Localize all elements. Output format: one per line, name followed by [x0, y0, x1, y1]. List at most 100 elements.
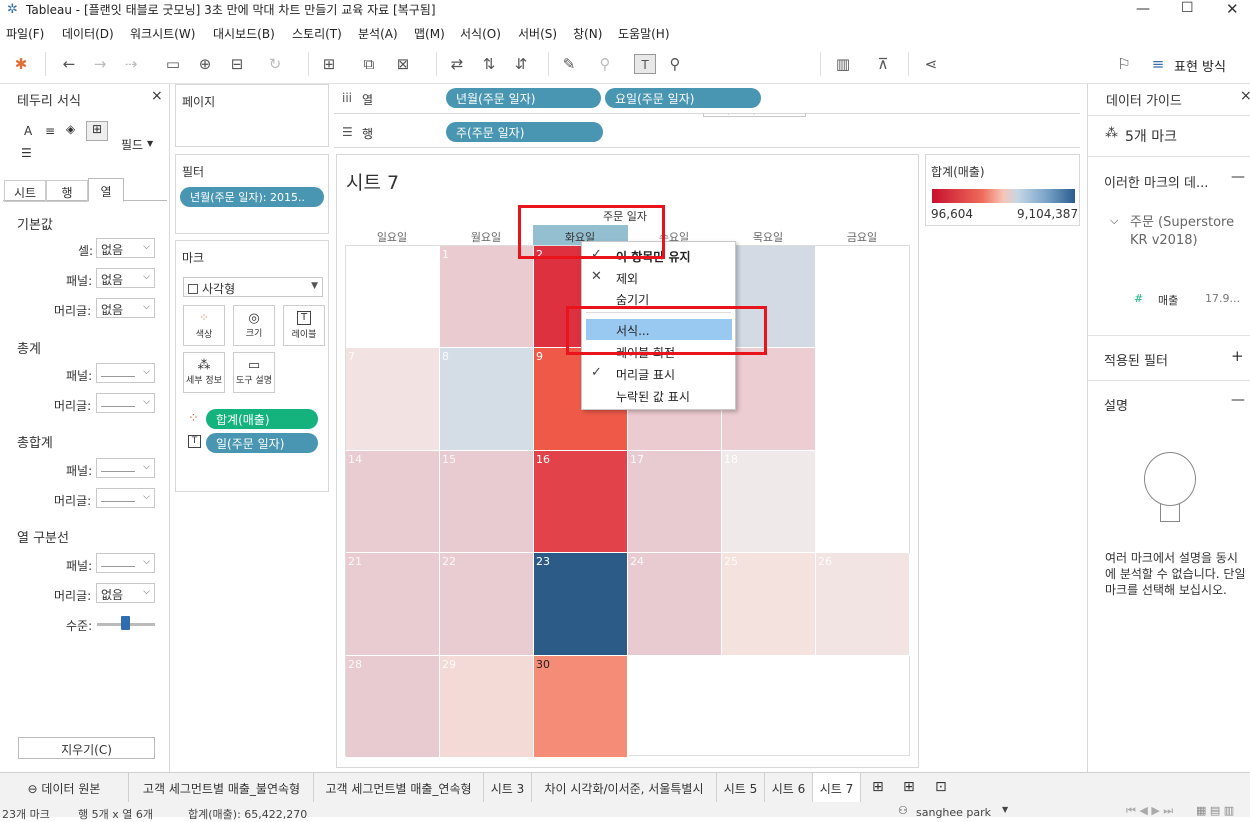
menu-item-server[interactable]: 서버(S) [518, 25, 557, 42]
day-header-sun[interactable]: 일요일 [345, 229, 439, 245]
calendar-cell[interactable] [722, 348, 816, 451]
menu-item-window[interactable]: 창(N) [573, 25, 602, 42]
calendar-cell[interactable]: 23 [534, 553, 628, 656]
divider-pane-select[interactable]: ⌵ [96, 553, 155, 573]
columns-pill-yearmonth[interactable]: 년월(주문 일자) [446, 88, 601, 108]
section-description[interactable]: 설명 [1104, 395, 1128, 414]
borders-icon[interactable]: ⊞ [86, 121, 108, 141]
tab-sheet-7[interactable]: 시트 7 [813, 773, 861, 803]
calendar-cell[interactable]: 30 [534, 655, 628, 758]
day-header-fri[interactable]: 금요일 [815, 229, 909, 245]
user-name[interactable]: sanghee park [916, 806, 991, 819]
close-window-icon[interactable]: ✕ [1226, 0, 1239, 18]
calendar-cell[interactable]: 25 [722, 553, 816, 656]
cell-border-select[interactable]: 없음 ⌵ [96, 238, 155, 258]
filter-pill[interactable]: 년월(주문 일자): 2015.. [180, 187, 324, 207]
tab-sheet-segment-continuous[interactable]: 고객 세그먼트별 매출_연속형 [314, 773, 484, 803]
menu-item-worksheet[interactable]: 워크시트(W) [130, 25, 195, 42]
alignment-icon[interactable]: ≡ [45, 124, 55, 138]
close-pane-icon[interactable]: × [151, 88, 163, 104]
tab-sheet-6[interactable]: 시트 6 [765, 773, 813, 803]
calendar-cell[interactable]: 22 [440, 553, 534, 656]
menu-show-header[interactable]: ✓ 머리글 표시 [582, 363, 735, 384]
new-dashboard-tab-icon[interactable]: ⊞ [903, 779, 915, 795]
pane-border-select[interactable]: 없음 ⌵ [96, 268, 155, 288]
collapse-icon[interactable]: — [1231, 392, 1245, 408]
close-guide-icon[interactable]: × [1240, 88, 1250, 104]
divider-header-select[interactable]: 없음 ⌵ [96, 583, 155, 603]
calendar-cell[interactable]: 8 [440, 348, 534, 451]
color-field-pill[interactable]: 합계(매출) [206, 409, 318, 429]
tab-datasource[interactable]: ⊖ 데이터 원본 [0, 773, 129, 803]
section-applied-filters[interactable]: 적용된 필터 [1104, 350, 1168, 369]
swap-icon[interactable]: ⇄ [446, 54, 468, 74]
undo-icon[interactable]: ← [58, 54, 80, 74]
new-datasource-icon[interactable]: ⊕ [194, 54, 216, 74]
clear-button[interactable]: 지우기(C) [18, 737, 155, 759]
size-button[interactable]: ◎ 크기 [233, 305, 275, 346]
refresh-icon[interactable]: ↻ [264, 54, 286, 74]
label-button[interactable]: T 레이블 [283, 305, 325, 346]
menu-item-file[interactable]: 파일(F) [6, 25, 44, 42]
fields-dropdown[interactable]: 필드 [121, 136, 143, 153]
label-field-pill[interactable]: 일(주문 일자) [206, 433, 318, 453]
header-border-select[interactable]: 없음 ⌵ [96, 298, 155, 318]
columns-pill-weekday[interactable]: 요일(주문 일자) [605, 88, 761, 108]
new-worksheet-tab-icon[interactable]: ⊞ [872, 779, 884, 795]
tab-columns[interactable]: 열 [88, 178, 124, 202]
group-members-icon[interactable]: ⚲ [594, 54, 616, 74]
detail-button[interactable]: ⁂ 세부 정보 [183, 352, 225, 393]
tab-rows[interactable]: 행 [46, 180, 88, 202]
expand-icon[interactable]: + [1231, 347, 1244, 365]
duplicate-sheet-icon[interactable]: ⧉ [358, 54, 380, 74]
menu-item-data[interactable]: 데이터(D) [62, 25, 114, 42]
calendar-cell[interactable]: 21 [346, 553, 440, 656]
sort-ascending-icon[interactable]: ⇅ [478, 54, 500, 74]
format-painter-icon[interactable]: ⚐ [1113, 54, 1135, 74]
show-mark-labels-icon[interactable]: T [634, 54, 656, 74]
calendar-cell[interactable]: 17 [628, 450, 722, 554]
rows-pill-week[interactable]: 주(주문 일자) [446, 122, 603, 142]
share-icon[interactable]: ⋖ [920, 54, 942, 74]
tooltip-button[interactable]: ▭ 도구 설명 [233, 352, 275, 393]
menu-item-map[interactable]: 맵(M) [414, 25, 445, 42]
calendar-cell[interactable]: 15 [440, 450, 534, 554]
chevron-down-icon[interactable]: ⌵ [1110, 214, 1118, 228]
menu-item-help[interactable]: 도움말(H) [618, 25, 670, 42]
grandtotal-header-select[interactable]: ⌵ [96, 488, 155, 508]
fix-axes-icon[interactable]: ⚲ [664, 54, 686, 74]
section-these-marks[interactable]: 이러한 마크의 데... [1104, 172, 1208, 191]
total-pane-select[interactable]: ⌵ [96, 363, 155, 383]
show-me-icon[interactable]: ≡ [1147, 54, 1169, 74]
save-icon[interactable]: ▭ [162, 54, 184, 74]
font-format-icon[interactable]: A [24, 124, 32, 138]
show-cards-icon[interactable]: ▥ [832, 54, 854, 74]
calendar-cell[interactable]: 1 [440, 246, 534, 349]
tab-sheet-diff[interactable]: 차이 시각화/이서준, 서울특별시 [532, 773, 717, 803]
level-slider-handle[interactable] [121, 616, 130, 630]
grid-view-icons[interactable]: ▦ ▤ ▥ [1196, 804, 1234, 817]
color-button[interactable]: ⁘ 색상 [183, 305, 225, 346]
calendar-cell[interactable]: 29 [440, 655, 534, 758]
total-header-select[interactable]: ⌵ [96, 393, 155, 413]
shading-icon[interactable]: ◈ [66, 122, 75, 136]
pause-updates-icon[interactable]: ⊟ [226, 54, 248, 74]
grandtotal-pane-select[interactable]: ⌵ [96, 458, 155, 478]
calendar-cell[interactable]: 24 [628, 553, 722, 656]
calendar-cell[interactable]: 26 [816, 553, 910, 656]
chevron-down-icon[interactable]: ▼ [1002, 805, 1008, 814]
clear-sheet-icon[interactable]: ⊠ [392, 54, 414, 74]
tab-sheet[interactable]: 시트 [4, 180, 46, 202]
tableau-home-icon[interactable]: ✱ [10, 54, 32, 74]
replay-icon[interactable]: ⇢ [120, 54, 142, 74]
menu-item-dashboard[interactable]: 대시보드(B) [213, 25, 275, 42]
maximize-icon[interactable]: ☐ [1181, 0, 1194, 16]
menu-exclude[interactable]: ✕ 제외 [582, 267, 735, 288]
menu-item-analysis[interactable]: 분석(A) [358, 25, 398, 42]
menu-item-story[interactable]: 스토리(T) [292, 25, 342, 42]
datasource-name[interactable]: 주문 (Superstore KR v2018) [1130, 214, 1240, 250]
tab-sheet-3[interactable]: 시트 3 [484, 773, 532, 803]
mark-type-select[interactable]: 사각형 ▼ [183, 277, 323, 297]
field-name[interactable]: 매출 [1158, 292, 1178, 308]
lines-icon[interactable]: ☰ [21, 146, 32, 160]
